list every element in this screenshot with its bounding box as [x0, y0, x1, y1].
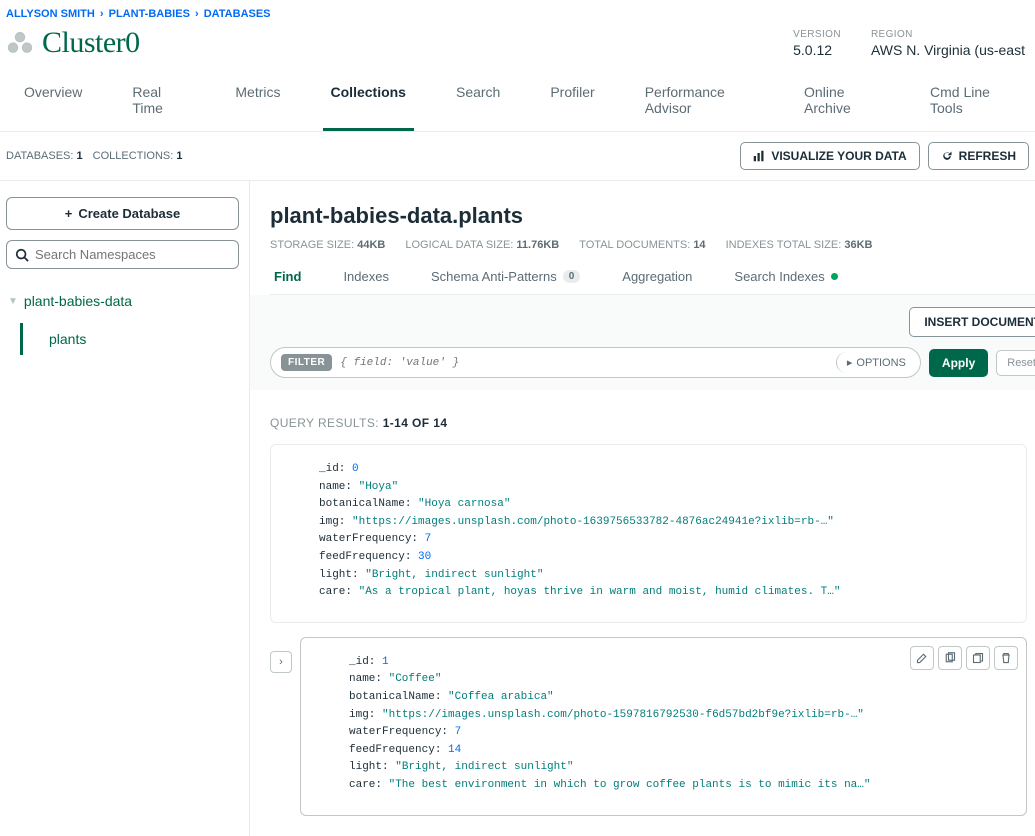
chart-icon [753, 150, 765, 162]
document-field: waterFrequency: 7 [319, 531, 1014, 549]
search-namespaces-input[interactable] [6, 240, 239, 269]
tab-cmd-line-tools[interactable]: Cmd Line Tools [922, 74, 1019, 131]
collection-stats: STORAGE SIZE: 44KB LOGICAL DATA SIZE: 11… [270, 239, 1035, 251]
region-block: REGION AWS N. Virginia (us-east [871, 29, 1025, 58]
edit-icon [916, 652, 928, 664]
document-card[interactable]: _id: 0name: "Hoya"botanicalName: "Hoya c… [270, 444, 1027, 623]
apply-button[interactable]: Apply [929, 349, 988, 377]
caret-right-icon: ▸ [847, 356, 853, 369]
main-panel: plant-babies-data.plants STORAGE SIZE: 4… [250, 181, 1035, 836]
filter-options-button[interactable]: ▸ OPTIONS [836, 352, 916, 373]
visualize-button[interactable]: VISUALIZE YOUR DATA [740, 142, 919, 170]
version-value: 5.0.12 [793, 42, 841, 58]
cluster-name: Cluster0 [42, 26, 140, 60]
database-item[interactable]: ▼ plant-babies-data [6, 289, 239, 313]
reset-button[interactable]: Reset [996, 350, 1035, 376]
search-icon [15, 248, 29, 262]
copy-button[interactable] [938, 646, 962, 670]
collection-tabs: Find Indexes Schema Anti-Patterns 0 Aggr… [270, 269, 1035, 295]
document-field: feedFrequency: 14 [349, 742, 1014, 760]
refresh-icon [941, 150, 953, 162]
collections-count: 1 [176, 150, 182, 162]
clone-icon [972, 652, 984, 664]
results-header: QUERY RESULTS: 1-14 OF 14 [270, 416, 1035, 430]
document-field: name: "Hoya" [319, 479, 1014, 497]
tab-find[interactable]: Find [270, 269, 305, 294]
plus-icon: + [65, 206, 73, 221]
tab-aggregation[interactable]: Aggregation [618, 269, 696, 294]
refresh-button[interactable]: REFRESH [928, 142, 1029, 170]
document-field: feedFrequency: 30 [319, 549, 1014, 567]
document-field: name: "Coffee" [349, 671, 1014, 689]
document-field: care: "The best environment in which to … [349, 777, 1014, 795]
region-value: AWS N. Virginia (us-east [871, 42, 1025, 58]
tab-search[interactable]: Search [448, 74, 508, 131]
version-block: VERSION 5.0.12 [793, 29, 841, 58]
filter-input-wrap[interactable]: FILTER ▸ OPTIONS [270, 347, 921, 378]
db-tree: ▼ plant-babies-data plants [6, 289, 239, 355]
filter-bar: FILTER ▸ OPTIONS Apply Reset [270, 347, 1035, 378]
document-field: img: "https://images.unsplash.com/photo-… [319, 514, 1014, 532]
version-label: VERSION [793, 29, 841, 40]
collection-item[interactable]: plants [20, 323, 239, 355]
crumb-project[interactable]: PLANT-BABIES [109, 8, 190, 20]
clone-button[interactable] [966, 646, 990, 670]
document-field: light: "Bright, indirect sunlight" [319, 567, 1014, 585]
databases-label: DATABASES: [6, 150, 73, 162]
tab-schema-anti-patterns[interactable]: Schema Anti-Patterns 0 [427, 269, 584, 294]
document-card[interactable]: _id: 1name: "Coffee"botanicalName: "Coff… [300, 637, 1027, 816]
document-field: botanicalName: "Coffea arabica" [349, 689, 1014, 707]
databases-count: 1 [77, 150, 83, 162]
search-namespaces-field[interactable] [35, 247, 230, 262]
filter-chip: FILTER [281, 354, 332, 371]
document-field: img: "https://images.unsplash.com/photo-… [349, 707, 1014, 725]
document-field: botanicalName: "Hoya carnosa" [319, 496, 1014, 514]
tab-profiler[interactable]: Profiler [542, 74, 602, 131]
tab-overview[interactable]: Overview [16, 74, 90, 131]
cluster-header: Cluster0 VERSION 5.0.12 REGION AWS N. Vi… [0, 26, 1035, 74]
filter-input[interactable] [340, 357, 828, 369]
tab-online-archive[interactable]: Online Archive [796, 74, 888, 131]
document-field: care: "As a tropical plant, hoyas thrive… [319, 584, 1014, 602]
insert-document-button[interactable]: INSERT DOCUMENT [909, 307, 1035, 337]
tab-collections[interactable]: Collections [323, 74, 414, 131]
crumb-section[interactable]: DATABASES [204, 8, 271, 20]
document-field: _id: 0 [319, 461, 1014, 479]
edit-button[interactable] [910, 646, 934, 670]
collection-title: plant-babies-data.plants [270, 203, 1035, 229]
status-dot-icon [831, 273, 838, 280]
tab-real-time[interactable]: Real Time [124, 74, 193, 131]
region-label: REGION [871, 29, 1025, 40]
crumb-user[interactable]: ALLYSON SMITH [6, 8, 95, 20]
breadcrumb: ALLYSON SMITH › PLANT-BABIES › DATABASES [0, 0, 1035, 26]
document-field: light: "Bright, indirect sunlight" [349, 759, 1014, 777]
collections-label: COLLECTIONS: [93, 150, 174, 162]
cluster-icon [6, 29, 34, 57]
expand-document-button[interactable]: › [270, 651, 292, 673]
sidebar: + Create Database ▼ plant-babies-data pl… [0, 181, 250, 836]
create-database-button[interactable]: + Create Database [6, 197, 239, 230]
tab-search-indexes[interactable]: Search Indexes [730, 269, 841, 294]
tab-metrics[interactable]: Metrics [227, 74, 288, 131]
document-field: waterFrequency: 7 [349, 724, 1014, 742]
main-tabs: Overview Real Time Metrics Collections Searc… [0, 74, 1035, 132]
stats-bar: DATABASES: 1 COLLECTIONS: 1 VISUALIZE YO… [0, 132, 1035, 181]
schema-count-badge: 0 [563, 270, 581, 283]
tab-indexes[interactable]: Indexes [339, 269, 393, 294]
trash-icon [1000, 652, 1012, 664]
caret-down-icon: ▼ [8, 296, 18, 307]
trash-button[interactable] [994, 646, 1018, 670]
tab-performance-advisor[interactable]: Performance Advisor [637, 74, 762, 131]
copy-icon [944, 652, 956, 664]
